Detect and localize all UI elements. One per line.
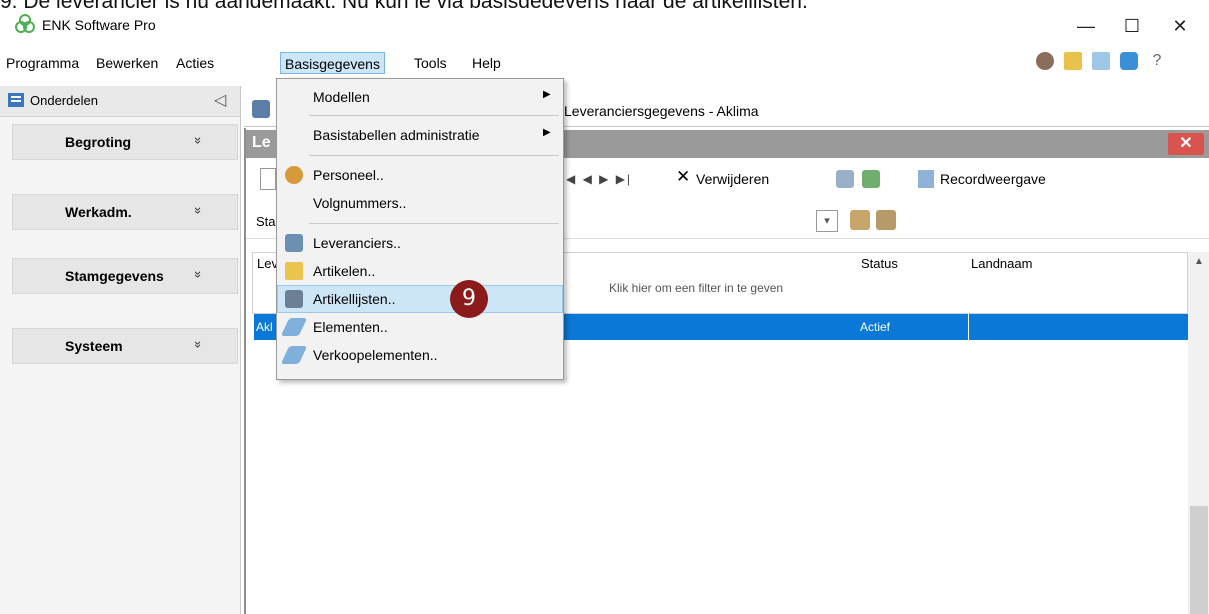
menu-programma[interactable]: Programma <box>2 52 83 74</box>
personnel-icon <box>285 166 303 184</box>
user-filter-icon[interactable] <box>850 210 870 230</box>
article-list-icon <box>285 290 303 308</box>
chevron-down-icon: » <box>191 270 207 279</box>
column-header-landnaam[interactable]: Landnaam <box>971 255 1032 273</box>
maximize-button[interactable]: ☐ <box>1112 12 1152 40</box>
element-icon <box>280 318 308 336</box>
app-title: ENK Software Pro <box>42 17 156 33</box>
panel-list-icon <box>8 93 24 107</box>
sales-element-icon <box>280 346 308 364</box>
document-close-button[interactable]: ✕ <box>1168 133 1204 155</box>
chevron-down-icon: » <box>191 340 207 349</box>
menu-help[interactable]: Help <box>468 52 505 74</box>
new-record-icon[interactable] <box>260 168 276 190</box>
left-panel-header: Onderdelen ◁ <box>0 86 240 117</box>
group-stamgegevens[interactable]: Stamgegevens » <box>12 258 238 294</box>
group-label: Systeem <box>65 338 123 354</box>
group-werkadm[interactable]: Werkadm. » <box>12 194 238 230</box>
menu-item-label: Verkoopelementen.. <box>313 347 438 363</box>
title-bar: ENK Software Pro — ☐ ✕ <box>0 8 1209 44</box>
cell-status: Actief <box>860 320 891 334</box>
chevron-down-icon: » <box>191 206 207 215</box>
menu-item-label: Volgnummers.. <box>313 195 407 211</box>
menu-item-label: Modellen <box>313 89 370 105</box>
help-icon[interactable]: ? <box>1148 52 1166 70</box>
menu-item-basistabellen[interactable]: Basistabellen administratie ▶ <box>277 121 563 149</box>
menu-item-label: Artikellijsten.. <box>313 291 396 307</box>
status-dropdown-toggle[interactable]: ▾ <box>816 210 838 232</box>
group-label: Stamgegevens <box>65 268 164 284</box>
menu-item-personeel[interactable]: Personeel.. <box>277 161 563 189</box>
folder-icon[interactable] <box>1064 52 1082 70</box>
close-button[interactable]: ✕ <box>1160 12 1200 40</box>
menu-item-label: Elementen.. <box>313 319 388 335</box>
record-view-icon[interactable] <box>918 170 934 188</box>
menu-item-volgnummers[interactable]: Volgnummers.. <box>277 189 563 217</box>
menu-item-leveranciers[interactable]: Leveranciers.. <box>277 229 563 257</box>
group-begroting[interactable]: Begroting » <box>12 124 238 160</box>
record-view-button[interactable]: Recordweergave <box>940 170 1046 188</box>
menu-item-label: Basistabellen administratie <box>313 127 480 143</box>
menu-bar: Programma Bewerken Acties Basisgegevens … <box>0 48 1209 78</box>
link-icon[interactable] <box>836 170 854 188</box>
document-header-title: Le <box>252 134 271 151</box>
menu-bewerken[interactable]: Bewerken <box>92 52 162 74</box>
menu-item-label: Personeel.. <box>313 167 384 183</box>
filter-hint[interactable]: Klik hier om een filter in te geven <box>609 281 783 295</box>
column-header-leverancier[interactable]: Lev <box>257 255 278 273</box>
submenu-arrow-icon: ▶ <box>543 127 551 138</box>
menu-basisgegevens[interactable]: Basisgegevens <box>280 52 385 74</box>
app-logo-icon <box>15 14 35 33</box>
menu-item-artikelen[interactable]: Artikelen.. <box>277 257 563 285</box>
record-navigation[interactable]: ◀ ◀ ▶ ▶| <box>566 170 632 188</box>
menu-acties[interactable]: Acties <box>172 52 218 74</box>
cell-leverancier: Akl <box>256 320 273 334</box>
tab-leveranciersgegevens[interactable]: Leveranciersgegevens - Aklima <box>564 102 759 120</box>
globe-icon[interactable] <box>1036 52 1054 70</box>
menu-item-label: Leveranciers.. <box>313 235 401 251</box>
menu-item-artikellijsten[interactable]: Artikellijsten.. <box>277 285 563 313</box>
menu-separator <box>309 115 559 116</box>
update-icon[interactable] <box>1120 52 1138 70</box>
menu-item-modellen[interactable]: Modellen ▶ <box>277 83 563 111</box>
column-header-status[interactable]: Status <box>861 255 898 273</box>
minimize-button[interactable]: — <box>1066 12 1106 40</box>
submenu-arrow-icon: ▶ <box>543 89 551 100</box>
vertical-scrollbar[interactable]: ▲ <box>1188 252 1209 614</box>
step-number-badge: 9 <box>450 280 488 318</box>
supplier-icon <box>285 234 303 252</box>
left-panel-title: Onderdelen <box>30 93 98 108</box>
menu-item-label: Artikelen.. <box>313 263 376 279</box>
users-filter-icon[interactable] <box>876 210 896 230</box>
menu-tools[interactable]: Tools <box>410 52 451 74</box>
group-label: Begroting <box>65 134 132 150</box>
menu-separator <box>309 223 559 224</box>
collapse-arrow-icon[interactable]: ◁ <box>214 90 226 110</box>
chevron-down-icon: » <box>191 136 207 145</box>
status-filter-label: Sta <box>256 214 276 229</box>
scroll-up-icon[interactable]: ▲ <box>1194 256 1204 267</box>
scroll-thumb[interactable] <box>1190 506 1208 614</box>
article-icon <box>285 262 303 280</box>
left-panel: Onderdelen ◁ Begroting » Werkadm. » Stam… <box>0 86 241 614</box>
delete-icon[interactable]: ✕ <box>676 168 690 186</box>
report-icon[interactable] <box>1092 52 1110 70</box>
delete-button[interactable]: Verwijderen <box>696 170 769 188</box>
cell-divider <box>968 314 969 340</box>
menu-separator <box>309 155 559 156</box>
group-systeem[interactable]: Systeem » <box>12 328 238 364</box>
supplier-tab-icon <box>252 100 270 118</box>
menu-item-verkoopelementen[interactable]: Verkoopelementen.. <box>277 341 563 369</box>
menu-item-elementen[interactable]: Elementen.. <box>277 313 563 341</box>
group-label: Werkadm. <box>65 204 132 220</box>
refresh-icon[interactable] <box>862 170 880 188</box>
basisgegevens-dropdown: Modellen ▶ Basistabellen administratie ▶… <box>276 78 564 380</box>
